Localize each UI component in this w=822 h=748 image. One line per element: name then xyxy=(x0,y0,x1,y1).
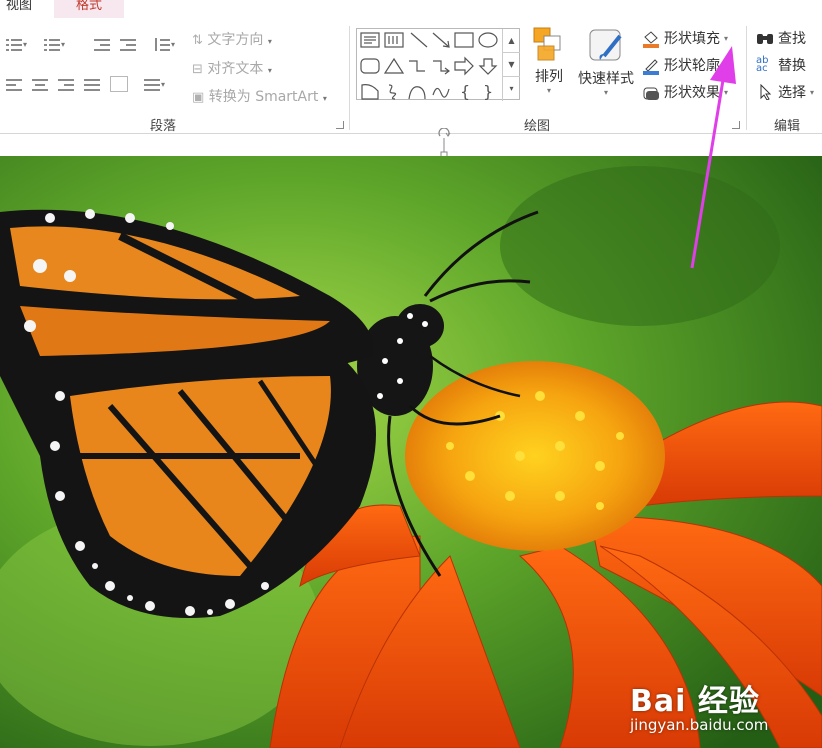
group-separator xyxy=(349,26,350,130)
select-button[interactable]: 选择 ▾ xyxy=(756,82,814,102)
ribbon-tabs: 视图 格式 xyxy=(0,0,822,18)
group-label-editing: 编辑 xyxy=(774,119,801,134)
triangle-shape-icon xyxy=(383,57,405,74)
left-brace-shape-icon: { xyxy=(460,82,470,101)
decrease-indent-icon xyxy=(94,38,110,51)
chevron-down-icon: ▾ xyxy=(61,40,66,49)
arrow-line-shape-icon xyxy=(432,32,450,48)
effects-icon xyxy=(642,84,660,100)
align-center-button[interactable] xyxy=(32,78,48,91)
chevron-down-icon: ▾ xyxy=(810,87,815,97)
line-shape-icon xyxy=(410,32,428,48)
distributed-button[interactable] xyxy=(110,76,128,92)
paint-bucket-icon xyxy=(642,30,660,48)
chevron-down-icon: ▾ xyxy=(23,40,28,49)
group-label-paragraph: 段落 xyxy=(150,119,177,134)
binoculars-icon xyxy=(756,30,774,46)
align-center-icon xyxy=(32,78,48,91)
tab-view[interactable]: 视图 xyxy=(6,0,32,18)
tab-format[interactable]: 格式 xyxy=(54,0,124,18)
chevron-down-icon: ▾ xyxy=(267,66,272,75)
paragraph-dialog-launcher[interactable] xyxy=(336,121,344,129)
watermark-url: jingyan.baidu.com xyxy=(630,716,769,734)
watermark-logo: Bai 经验 xyxy=(630,684,760,719)
columns-button[interactable]: ▾ xyxy=(144,78,165,91)
select-label: 选择 xyxy=(778,85,806,101)
distributed-icon xyxy=(110,76,128,92)
group-separator xyxy=(746,26,747,130)
align-right-button[interactable] xyxy=(58,78,74,91)
replace-icon: ab ac xyxy=(756,55,769,74)
annotation-arrow xyxy=(690,46,736,269)
justify-button[interactable] xyxy=(84,78,100,91)
convert-smartart-button[interactable]: ▣ 转换为 SmartArt ▾ xyxy=(192,86,327,106)
arc-shape-icon xyxy=(408,86,426,100)
align-right-icon xyxy=(58,78,74,91)
pencil-icon xyxy=(642,57,660,75)
elbow-connector-shape-icon xyxy=(409,60,425,72)
chevron-down-icon: ▾ xyxy=(267,37,272,46)
align-text-label: 对齐文本 xyxy=(207,61,264,77)
columns-icon xyxy=(144,78,160,91)
align-text-icon: ⊟ xyxy=(192,62,203,77)
replace-label: 替换 xyxy=(778,58,806,74)
find-label: 查找 xyxy=(778,31,806,47)
text-direction-button[interactable]: ⇅ 文字方向 ▾ xyxy=(192,29,272,49)
chevron-down-icon: ▾ xyxy=(171,40,176,49)
down-arrow-shape-icon xyxy=(478,58,498,75)
quick-styles-icon xyxy=(589,29,622,61)
bullets-button[interactable]: ▾ xyxy=(6,38,27,51)
line-spacing-button[interactable]: ▾ xyxy=(154,38,175,51)
chevron-down-icon: ▾ xyxy=(322,94,327,103)
decrease-indent-button[interactable] xyxy=(94,38,110,51)
freeform-shape-icon xyxy=(361,84,379,100)
line-spacing-icon xyxy=(154,38,170,51)
chevron-down-icon: ▾ xyxy=(161,80,166,89)
replace-button[interactable]: ab ac 替换 xyxy=(756,55,806,75)
quick-styles-button[interactable]: 快速样式 ▾ xyxy=(574,26,638,97)
text-direction-icon: ⇅ xyxy=(192,33,203,48)
align-left-icon xyxy=(6,78,22,91)
group-label-drawing: 绘图 xyxy=(524,119,551,134)
shapes-gallery-icons: { } xyxy=(360,32,498,101)
right-arrow-shape-icon xyxy=(454,56,474,76)
smartart-icon: ▣ xyxy=(192,90,205,105)
vertical-textbox-shape-icon xyxy=(384,32,404,48)
chevron-down-icon: ▾ xyxy=(603,88,608,97)
chevron-down-icon: ▾ xyxy=(546,86,551,95)
bullets-icon xyxy=(6,38,22,51)
convert-smartart-label: 转换为 SmartArt xyxy=(208,89,319,105)
arrange-icon xyxy=(533,27,561,61)
gallery-scroll[interactable]: ▲ ▼ ▾ xyxy=(502,29,520,101)
increase-indent-button[interactable] xyxy=(120,38,136,51)
baidu-watermark: Bai 经验 jingyan.baidu.com xyxy=(630,676,768,734)
text-direction-label: 文字方向 xyxy=(207,32,264,48)
cursor-icon xyxy=(756,83,774,101)
shapes-gallery[interactable]: { } ▲ ▼ ▾ xyxy=(356,28,520,101)
gallery-down-icon[interactable]: ▼ xyxy=(503,53,520,77)
find-button[interactable]: 查找 xyxy=(756,28,806,48)
rotation-handle[interactable] xyxy=(437,128,451,158)
increase-indent-icon xyxy=(120,38,136,51)
justify-icon xyxy=(84,78,100,91)
rounded-rectangle-shape-icon xyxy=(360,58,380,74)
gallery-up-icon[interactable]: ▲ xyxy=(503,29,520,53)
arrange-label: 排列 xyxy=(535,69,563,85)
arrange-button[interactable]: 排列 ▾ xyxy=(530,26,568,95)
ellipse-shape-icon xyxy=(478,32,498,48)
numbering-button[interactable]: ▾ xyxy=(44,38,65,51)
app-window: 视图 格式 ▾ ▾ ▾ ⇅ 文字方向 ▾ ▾ ⊟ 对齐文本 ▾ ▣ 转换为 Sm… xyxy=(0,0,822,748)
rectangle-shape-icon xyxy=(454,32,474,48)
align-text-button[interactable]: ⊟ 对齐文本 ▾ xyxy=(192,58,272,78)
align-left-button[interactable] xyxy=(6,78,22,91)
right-brace-shape-icon: } xyxy=(483,82,493,101)
curve-shape-icon xyxy=(432,87,450,98)
gallery-more-icon[interactable]: ▾ xyxy=(503,77,520,101)
scribble-shape-icon xyxy=(388,84,397,100)
numbering-icon xyxy=(44,38,60,51)
quick-styles-label: 快速样式 xyxy=(578,71,634,87)
